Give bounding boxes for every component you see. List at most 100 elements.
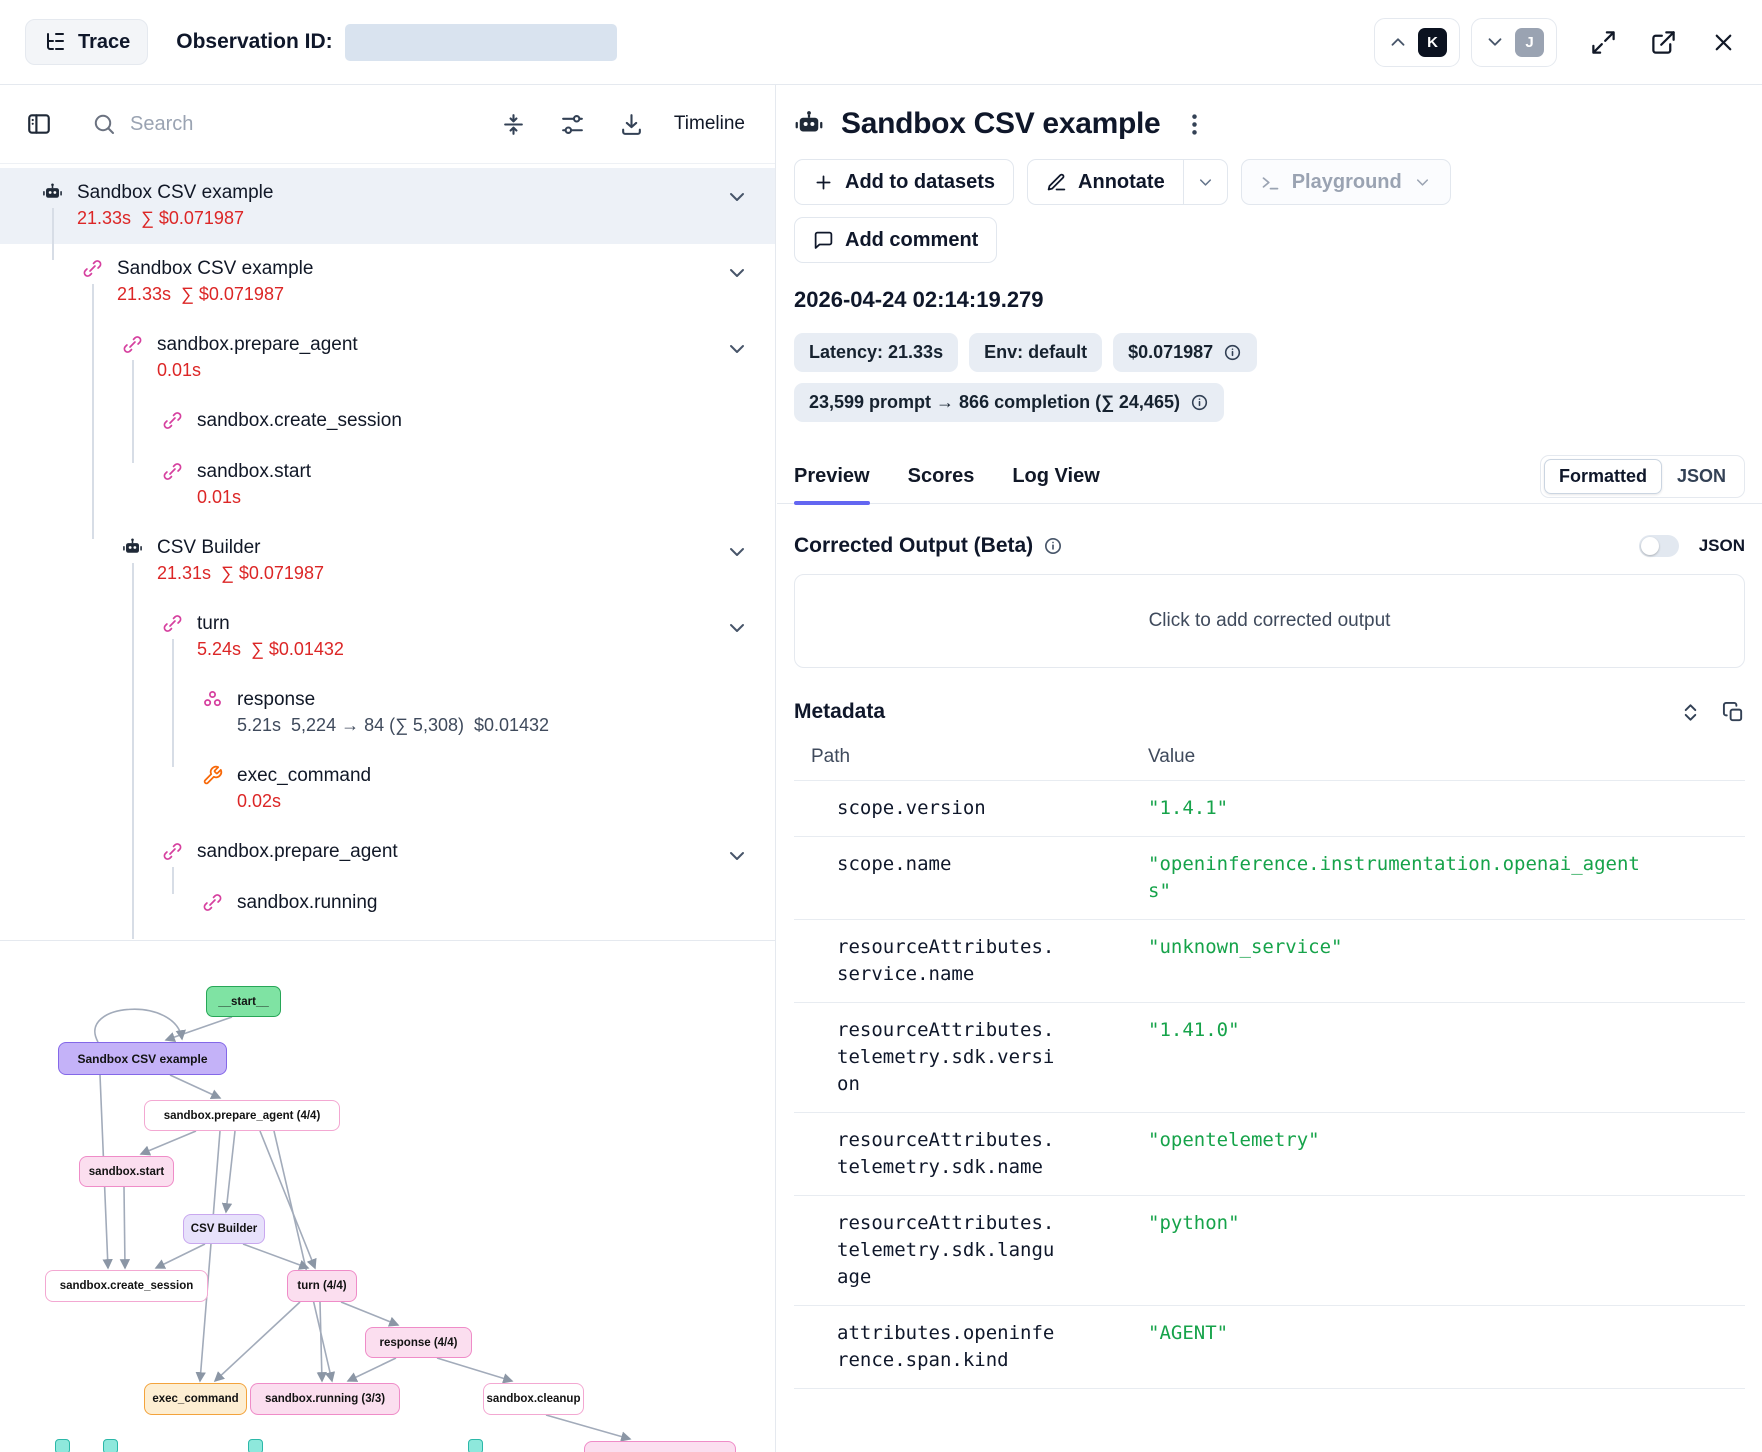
- metadata-row: resourceAttributes.service.name "unknown_…: [794, 919, 1745, 1002]
- metadata-value: "AGENT": [1148, 1322, 1229, 1344]
- format-toggle-json[interactable]: JSON: [1662, 459, 1741, 494]
- tree-node-text: CSV Builder 21.31s ∑ $0.071987: [157, 534, 324, 586]
- graph-node-csv-builder[interactable]: CSV Builder: [183, 1214, 265, 1244]
- graph-node-response-4-4[interactable]: response (4/4): [365, 1327, 472, 1358]
- prev-observation-button[interactable]: K: [1374, 17, 1460, 67]
- tree-node-sandbox-csv-example[interactable]: Sandbox CSV example 21.33s ∑ $0.071987: [0, 244, 775, 320]
- graph-node-sandbox-cleanup[interactable]: sandbox.cleanup: [483, 1383, 584, 1415]
- graph-node-start[interactable]: __start__: [206, 986, 281, 1017]
- chevron-down-icon[interactable]: [725, 337, 749, 361]
- tree-node-label: exec_command: [237, 765, 372, 786]
- graph-node-turn-4-4[interactable]: turn (4/4): [287, 1270, 357, 1302]
- trace-tree: Sandbox CSV example 21.33s ∑ $0.071987 San…: [0, 164, 775, 939]
- tree-node-sandbox-create-session[interactable]: sandbox.create_session: [0, 396, 775, 447]
- unfold-icon[interactable]: [1679, 701, 1702, 724]
- tree-node-label: sandbox.create_session: [197, 410, 402, 431]
- chevron-down-icon[interactable]: [725, 261, 749, 285]
- add-to-datasets-label: Add to datasets: [845, 170, 996, 193]
- corrected-output-header: Corrected Output (Beta) JSON: [794, 534, 1745, 558]
- graph-node-exec-command[interactable]: exec_command: [144, 1383, 247, 1415]
- window-controls: K J: [1363, 17, 1737, 67]
- graph-legend-chip: [468, 1439, 483, 1452]
- tab-scores[interactable]: Scores: [908, 450, 975, 504]
- badge-cost: $0.071987: [1113, 333, 1258, 372]
- tree-node-response[interactable]: response 5.21s 5,224 → 84 (∑ 5,308) $0.01…: [0, 675, 775, 751]
- span-link-icon: [162, 461, 183, 482]
- fold-observations-icon[interactable]: [501, 112, 526, 137]
- kebab-menu-icon[interactable]: [1181, 111, 1208, 138]
- next-observation-button[interactable]: J: [1471, 17, 1557, 67]
- metadata-value: "1.4.1": [1148, 797, 1229, 819]
- trace-type-label: Trace: [78, 30, 131, 53]
- annotate-dropdown-button[interactable]: [1183, 159, 1228, 205]
- metadata-path: scope.name: [837, 853, 952, 875]
- observation-id-input[interactable]: [344, 23, 617, 61]
- tree-node-sandbox-start[interactable]: sandbox.start 0.01s: [0, 447, 775, 523]
- topbar: Trace Observation ID: K J: [0, 0, 1762, 85]
- span-link-icon: [122, 334, 143, 355]
- tree-node-label: turn: [197, 613, 230, 634]
- playground-button[interactable]: Playground: [1240, 159, 1451, 205]
- metadata-value: "1.41.0": [1148, 1019, 1240, 1041]
- tree-guide-line: [132, 360, 134, 463]
- chevron-down-icon[interactable]: [725, 844, 749, 868]
- add-icon: [813, 172, 834, 193]
- badge-label: 23,599 prompt → 866 completion (∑ 24,465…: [809, 392, 1180, 412]
- add-to-datasets-button[interactable]: Add to datasets: [794, 159, 1015, 205]
- annotate-split-button: Annotate: [1027, 159, 1228, 205]
- tab-preview[interactable]: Preview: [794, 450, 870, 505]
- tree-node-text: response 5.21s 5,224 → 84 (∑ 5,308) $0.01…: [237, 686, 549, 738]
- info-icon: [1190, 393, 1209, 412]
- tree-node-csv-builder[interactable]: CSV Builder 21.31s ∑ $0.071987: [0, 523, 775, 599]
- tree-node-exec-command[interactable]: exec_command 0.02s: [0, 751, 775, 827]
- timeline-toggle[interactable]: Timeline: [674, 113, 745, 135]
- metadata-value: "opentelemetry": [1148, 1129, 1320, 1151]
- graph-legend-chip: [248, 1439, 263, 1452]
- tree-node-sandbox-prepare-agent[interactable]: sandbox.prepare_agent 0.01s: [0, 320, 775, 396]
- annotate-button[interactable]: Annotate: [1027, 159, 1184, 205]
- graph-node-sandbox-start[interactable]: sandbox.start: [79, 1156, 174, 1187]
- add-comment-button[interactable]: Add comment: [794, 217, 998, 263]
- graph-legend-chip: [103, 1439, 118, 1452]
- close-icon[interactable]: [1710, 29, 1737, 56]
- graph-node-sandbox-prepare-agent-4-4[interactable]: sandbox.prepare_agent (4/4): [144, 1100, 340, 1131]
- tree-node-sandbox-prepare-agent[interactable]: sandbox.prepare_agent: [0, 827, 775, 878]
- tree-node-metrics: 21.31s ∑ $0.071987: [157, 563, 324, 583]
- corrected-output-placeholder[interactable]: Click to add corrected output: [794, 574, 1745, 668]
- graph-node-sandbox-running-3-3[interactable]: sandbox.running (3/3): [250, 1383, 400, 1415]
- expand-icon[interactable]: [1590, 29, 1617, 56]
- chevron-down-icon: [1196, 173, 1215, 192]
- chevron-down-icon[interactable]: [725, 616, 749, 640]
- tree-node-text: turn 5.24s ∑ $0.01432: [197, 610, 344, 662]
- view-settings-icon[interactable]: [560, 112, 585, 137]
- tree-node-turn[interactable]: turn5.58s ∑ $0.01877: [0, 929, 775, 939]
- graph-node-sandbox-csv-example[interactable]: Sandbox CSV example: [58, 1042, 227, 1075]
- add-comment-label: Add comment: [845, 228, 979, 251]
- open-in-new-icon[interactable]: [1650, 29, 1677, 56]
- collapse-panel-icon[interactable]: [26, 111, 52, 137]
- graph-node-node[interactable]: [584, 1441, 736, 1452]
- chevron-down-icon[interactable]: [725, 185, 749, 209]
- json-toggle[interactable]: [1638, 535, 1679, 557]
- search-box[interactable]: [92, 112, 467, 136]
- search-input[interactable]: [130, 112, 320, 136]
- shortcut-key-k: K: [1418, 27, 1447, 57]
- copy-icon[interactable]: [1722, 701, 1745, 724]
- metadata-path: attributes.openinference.span.kind: [837, 1322, 1055, 1371]
- agent-icon: [42, 182, 63, 203]
- tab-log-view[interactable]: Log View: [1012, 450, 1099, 504]
- format-toggle-formatted[interactable]: Formatted: [1543, 459, 1662, 494]
- metadata-value: "python": [1148, 1212, 1240, 1234]
- metadata-path: resourceAttributes.service.name: [837, 936, 1055, 985]
- chevron-down-icon[interactable]: [725, 540, 749, 564]
- tree-node-label: sandbox.running: [237, 892, 378, 913]
- metadata-row: scope.name "openinference.instrumentation…: [794, 836, 1745, 919]
- trace-type-chip[interactable]: Trace: [25, 19, 149, 65]
- agent-icon: [122, 537, 143, 558]
- download-icon[interactable]: [619, 112, 644, 137]
- tree-guide-line: [132, 563, 134, 939]
- tree-node-sandbox-running[interactable]: sandbox.running: [0, 878, 775, 929]
- tree-node-sandbox-csv-example[interactable]: Sandbox CSV example 21.33s ∑ $0.071987: [0, 168, 775, 244]
- tree-node-turn[interactable]: turn 5.24s ∑ $0.01432: [0, 599, 775, 675]
- graph-node-sandbox-create-session[interactable]: sandbox.create_session: [45, 1270, 208, 1302]
